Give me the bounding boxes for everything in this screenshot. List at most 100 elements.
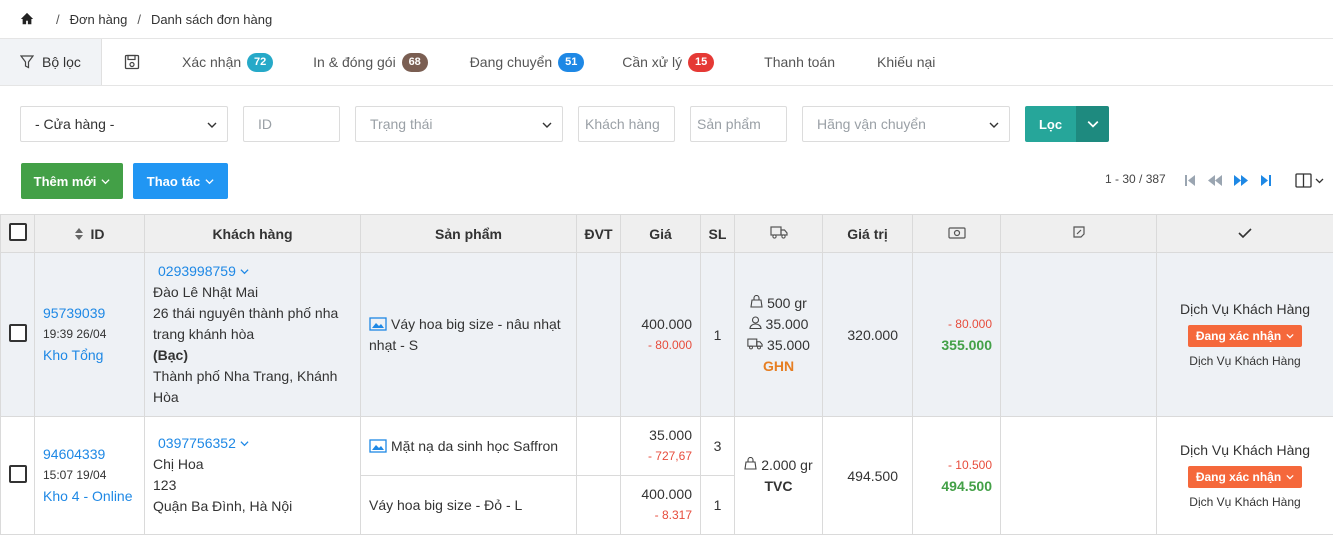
product-name[interactable]: Váy hoa big size - Đỏ - L <box>369 497 522 513</box>
select-all-checkbox[interactable] <box>8 223 27 241</box>
save-icon <box>124 54 140 70</box>
status-dropdown[interactable]: Đang xác nhận <box>1187 465 1303 488</box>
filter-button[interactable]: Lọc <box>1025 106 1076 142</box>
money-cell: - 80.000 355.000 <box>912 252 1001 417</box>
value-cell: 320.000 <box>822 252 913 417</box>
customer-input[interactable]: Khách hàng <box>578 106 675 142</box>
tab-filter[interactable]: Bộ lọc <box>0 39 102 85</box>
tab-save[interactable] <box>102 39 162 85</box>
header-id[interactable]: ID <box>34 214 145 253</box>
tab-complaints[interactable]: Khiếu nại <box>855 39 955 85</box>
customer-cell: 0397756352 Chị Hoa 123 Quận Ba Đình, Hà … <box>144 416 361 535</box>
product-input-placeholder: Sản phẩm <box>697 116 761 132</box>
status-cell: Dịch Vụ Khách Hàng Đang xác nhận Dịch Vụ… <box>1156 416 1333 535</box>
product-cell: Váy hoa big size - nâu nhạt nhạt - S <box>360 252 577 417</box>
tab-payment[interactable]: Thanh toán <box>734 39 855 85</box>
customer-phone-link[interactable]: 0397756352 <box>158 435 236 451</box>
tab-payment-label: Thanh toán <box>764 54 835 70</box>
note-cell[interactable] <box>1000 416 1157 535</box>
chevron-down-icon <box>1286 333 1294 338</box>
tab-shipping[interactable]: Đang chuyển 51 <box>448 39 605 85</box>
chevron-down-icon <box>240 441 249 447</box>
orders-table: ID Khách hàng Sản phẩm ĐVT Giá SL Giá tr… <box>0 214 1333 537</box>
table-row[interactable]: 94604339 15:07 19/04 Kho 4 - Online 0397… <box>0 416 1333 535</box>
tab-need-handling[interactable]: Cần xử lý 15 <box>604 39 734 85</box>
order-time: 19:39 26/04 <box>43 327 107 341</box>
add-new-label: Thêm mới <box>33 173 97 189</box>
id-input[interactable]: ID <box>243 106 340 142</box>
chevron-down-icon <box>1286 474 1294 479</box>
qty-cell: 1 <box>700 475 735 535</box>
filter-icon <box>20 55 34 69</box>
breadcrumb-separator: / <box>137 11 141 27</box>
package-weight: 500 gr <box>767 294 807 311</box>
store-select[interactable]: - Cửa hàng - <box>20 106 228 142</box>
assignee-secondary: Dịch Vụ Khách Hàng <box>1189 353 1301 368</box>
product-input[interactable]: Sản phẩm <box>690 106 787 142</box>
customer-phone[interactable]: 0293998759 <box>153 261 360 282</box>
image-icon <box>369 316 387 331</box>
home-icon[interactable] <box>20 12 34 26</box>
select-all-cell <box>0 214 35 253</box>
tab-confirm[interactable]: Xác nhận 72 <box>162 39 293 85</box>
filter-dropdown-toggle[interactable] <box>1076 106 1109 142</box>
price-cell: 400.000 - 8.317 <box>620 475 701 535</box>
actions-label: Thao tác <box>146 173 201 189</box>
tab-complaints-label: Khiếu nại <box>877 54 936 70</box>
order-id-link[interactable]: 94604339 <box>43 444 144 465</box>
money-total: 494.500 <box>941 477 992 494</box>
customer-phone-link[interactable]: 0293998759 <box>158 263 236 279</box>
customer-shipping-fee: 35.000 <box>765 315 809 332</box>
row-checkbox[interactable] <box>8 465 27 483</box>
unit-cell <box>576 416 621 476</box>
order-time: 15:07 19/04 <box>43 468 107 482</box>
breadcrumb-orders[interactable]: Đơn hàng <box>70 12 128 27</box>
chevron-down-icon <box>240 269 249 275</box>
customer-city: Quận Ba Đình, Hà Nội <box>153 498 293 514</box>
columns-toggle-icon[interactable] <box>1295 173 1327 188</box>
tab-packing-badge: 68 <box>401 52 428 72</box>
value-cell: 494.500 <box>822 416 913 535</box>
first-page-icon[interactable] <box>1184 174 1196 187</box>
product-name[interactable]: Váy hoa big size - nâu nhạt <box>391 316 561 332</box>
previous-page-icon[interactable] <box>1207 174 1223 187</box>
chevron-down-icon <box>205 178 214 184</box>
warehouse-link[interactable]: Kho 4 - Online <box>43 486 144 507</box>
actions-button[interactable]: Thao tác <box>133 163 228 199</box>
money-discount: - 80.000 <box>947 316 992 331</box>
chevron-down-icon <box>1087 121 1098 128</box>
money-total: 355.000 <box>941 336 992 353</box>
row-select-cell <box>0 416 35 535</box>
product-name[interactable]: Mặt nạ da sinh học Saffron <box>391 438 558 454</box>
customer-cell: 0293998759 Đào Lê Nhật Mai 26 thái nguyê… <box>144 252 361 417</box>
header-money <box>912 214 1001 253</box>
status-label: Đang xác nhận <box>1195 469 1282 484</box>
customer-tier: (Bạc) <box>153 347 189 363</box>
order-id-link[interactable]: 95739039 <box>43 303 144 324</box>
carrier-select[interactable]: Hãng vận chuyển <box>802 106 1010 142</box>
shipping-cell: 2.000 gr TVC <box>734 416 823 535</box>
row-checkbox[interactable] <box>8 324 27 342</box>
last-page-icon[interactable] <box>1260 174 1272 187</box>
add-new-button[interactable]: Thêm mới <box>21 163 123 199</box>
next-page-icon[interactable] <box>1233 174 1249 187</box>
carrier-select-placeholder: Hãng vận chuyển <box>817 116 926 132</box>
status-select[interactable]: Trạng thái <box>355 106 563 142</box>
note-cell[interactable] <box>1000 252 1157 417</box>
bag-icon <box>750 294 763 308</box>
tab-packing-label: In & đóng gói <box>313 54 396 70</box>
bag-icon <box>744 456 757 470</box>
qty-cell: 1 <box>700 252 735 417</box>
customer-address: 26 thái nguyên thành phố nha <box>153 305 339 321</box>
warehouse-link[interactable]: Kho Tổng <box>43 345 144 366</box>
breadcrumb: / Đơn hàng / Danh sách đơn hàng <box>0 0 1333 38</box>
carrier-name: TVC <box>764 477 793 494</box>
table-row[interactable]: 95739039 19:39 26/04 Kho Tổng 0293998759… <box>0 252 1333 417</box>
item-discount: - 727,67 <box>647 449 692 463</box>
tab-need-handling-badge: 15 <box>688 52 715 72</box>
image-icon <box>369 439 387 453</box>
customer-phone[interactable]: 0397756352 <box>153 433 360 454</box>
header-value: Giá trị <box>822 214 913 253</box>
tab-packing[interactable]: In & đóng gói 68 <box>293 39 448 85</box>
status-dropdown[interactable]: Đang xác nhận <box>1187 324 1303 347</box>
